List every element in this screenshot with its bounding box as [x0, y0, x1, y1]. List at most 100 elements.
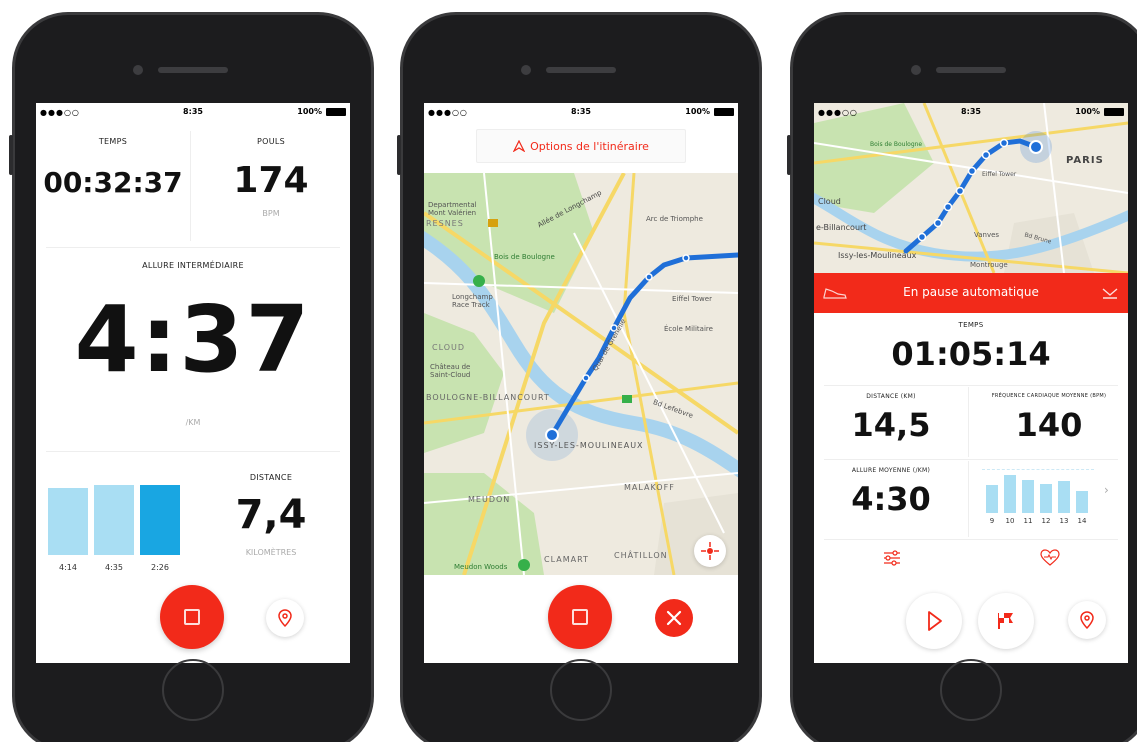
map-label: Eiffel Tower [672, 295, 712, 303]
temps-label: TEMPS [98, 137, 128, 146]
avg-pace-panel: ALLURE MOYENNE (/KM) 4:30 [814, 461, 969, 537]
map-graphic [814, 103, 1128, 273]
temps-value: 01:05:14 [891, 335, 1051, 373]
stop-button[interactable] [548, 585, 612, 649]
lap-labels: 4:14 4:35 2:26 [48, 563, 182, 575]
allure-panel: ALLURE INTERMÉDIAIRE 4:37 /KM [36, 261, 350, 427]
status-time: 8:35 [183, 107, 203, 116]
temps-panel: TEMPS 00:32:37 [36, 131, 191, 241]
map-label: Eiffel Tower [982, 171, 1017, 178]
phone-2: ●●●○○ 8:35 100% Options de l'itinéraire [397, 12, 762, 742]
map-button[interactable] [1068, 601, 1106, 639]
close-icon [666, 610, 682, 626]
lap-bar [48, 488, 88, 555]
distance-label: DISTANCE (KM) [866, 393, 916, 400]
allure-label: ALLURE INTERMÉDIAIRE [142, 261, 244, 270]
map-label: Longchamp Race Track [452, 293, 493, 309]
home-button [940, 659, 1002, 721]
distance-label: DISTANCE [249, 473, 293, 482]
stop-icon [184, 609, 200, 625]
map-label: BOULOGNE-BILLANCOURT [426, 393, 550, 402]
resume-button[interactable] [906, 593, 962, 649]
camera [521, 65, 531, 75]
pouls-unit: BPM [262, 209, 280, 218]
route-icon [513, 140, 526, 152]
map-label: PARIS [1066, 155, 1104, 166]
route-options-label: Options de l'itinéraire [530, 139, 649, 153]
map-pin-icon [278, 609, 292, 628]
divider [824, 385, 1118, 386]
battery-icon [1104, 108, 1124, 116]
phone-2-screen: ●●●○○ 8:35 100% Options de l'itinéraire [424, 103, 738, 663]
chevron-right-icon[interactable]: › [1104, 483, 1109, 497]
distance-panel: DISTANCE 7,4 KILOMÈTRES [196, 473, 346, 557]
phone-3-screen: ●●●○○ 8:35 100% PARIS Bois de Boulogne E… [814, 103, 1128, 663]
map-label: Bois de Boulogne [494, 253, 555, 261]
chevron-down-icon[interactable] [1100, 285, 1120, 301]
map-label: Issy-les-Moulineaux [838, 251, 917, 260]
stop-button[interactable] [160, 585, 224, 649]
map-label: CHÂTILLON [614, 551, 668, 560]
pace-chart-labels: 9 10 11 12 13 14 [982, 517, 1094, 527]
sliders-icon[interactable] [882, 549, 902, 567]
battery-percent: 100% [685, 107, 710, 116]
run-map[interactable]: ●●●○○ 8:35 100% PARIS Bois de Boulogne E… [814, 103, 1128, 273]
phone-1-screen: ●●●○○ 8:35 100% TEMPS 00:32:37 POULS 174… [36, 103, 350, 663]
divider [824, 539, 1118, 540]
map-button[interactable] [266, 599, 304, 637]
camera [133, 65, 143, 75]
pace-bar [1076, 491, 1088, 513]
pouls-label: POULS [256, 137, 285, 146]
signal-icon: ●●●○○ [40, 108, 80, 117]
battery-icon [326, 108, 346, 116]
pace-km-label: 13 [1059, 517, 1069, 525]
map-label: Departmental Mont Valérien [428, 201, 477, 217]
camera [911, 65, 921, 75]
home-button [162, 659, 224, 721]
pace-km-label: 9 [989, 517, 995, 525]
phone-1: ●●●○○ 8:35 100% TEMPS 00:32:37 POULS 174… [9, 12, 374, 742]
pace-bar [1022, 480, 1034, 513]
map-label: MEUDON [468, 495, 511, 504]
temps-value: 00:32:37 [43, 166, 183, 199]
map-label: École Militaire [664, 325, 713, 333]
map-label: Château de Saint-Cloud [430, 363, 471, 379]
status-bar: ●●●○○ 8:35 100% [814, 103, 1128, 121]
pause-banner[interactable]: En pause automatique [814, 273, 1128, 313]
avg-pace-value: 4:30 [851, 480, 931, 518]
locate-icon [701, 542, 719, 560]
distance-panel: DISTANCE (KM) 14,5 [814, 387, 969, 457]
lap-flag-icon [998, 613, 1013, 629]
map-label: Arc de Triomphe [646, 215, 703, 223]
pace-bar [1004, 475, 1016, 513]
route-map[interactable]: Departmental Mont Valérien RESNES Allée … [424, 173, 738, 575]
lap-bar-chart [48, 473, 182, 555]
lap-bar [94, 485, 134, 555]
map-label: MALAKOFF [624, 483, 675, 492]
map-label: Cloud [818, 197, 841, 206]
lap-button[interactable] [978, 593, 1034, 649]
distance-value: 7,4 [235, 492, 307, 538]
locate-button[interactable] [694, 535, 726, 567]
pace-km-label: 12 [1041, 517, 1051, 525]
heart-rate-value: 140 [1015, 406, 1083, 444]
speaker [546, 67, 616, 73]
heart-icon[interactable] [1040, 549, 1060, 567]
map-label: ISSY-LES-MOULINEAUX [534, 441, 644, 450]
pause-banner-label: En pause automatique [903, 285, 1039, 299]
cancel-route-button[interactable] [655, 599, 693, 637]
divider [824, 459, 1118, 460]
pace-bar-chart[interactable] [982, 469, 1094, 513]
avg-pace-label: ALLURE MOYENNE (/KM) [851, 467, 931, 474]
pace-bar [1058, 481, 1070, 513]
heart-rate-panel: FRÉQUENCE CARDIAQUE MOYENNE (BPM) 140 [970, 387, 1128, 457]
status-time: 8:35 [571, 107, 591, 116]
route-options-button[interactable]: Options de l'itinéraire [476, 129, 686, 163]
map-label: Montrouge [970, 261, 1008, 269]
pace-km-label: 11 [1023, 517, 1033, 525]
battery-percent: 100% [1075, 107, 1100, 116]
allure-unit: /KM [185, 418, 201, 427]
map-label: Vanves [974, 231, 1000, 239]
speaker [936, 67, 1006, 73]
pace-bar [1040, 484, 1052, 513]
